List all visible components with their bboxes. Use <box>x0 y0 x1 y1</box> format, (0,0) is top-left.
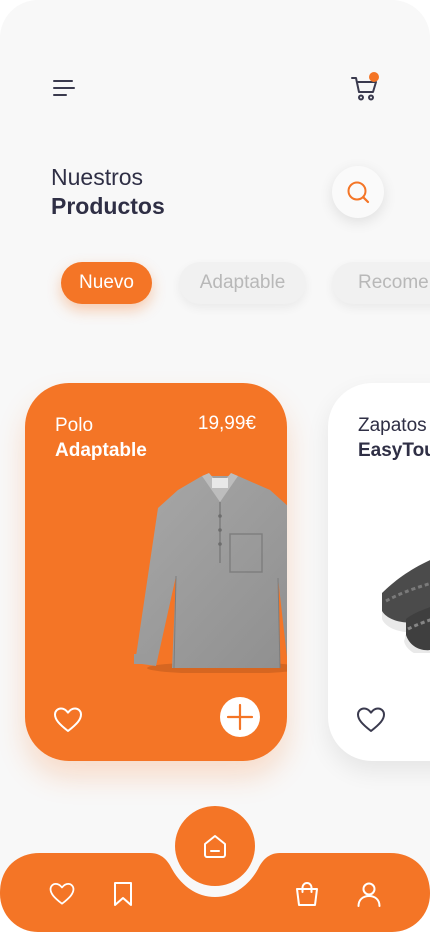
product-name-line2: EasyTou <box>358 440 430 461</box>
favorite-button[interactable] <box>51 703 85 737</box>
search-icon <box>347 181 370 204</box>
product-name: Zapatos EasyTou <box>358 413 430 463</box>
app-screen: Nuestros Productos Nuevo Adaptable Recom… <box>0 0 430 932</box>
nav-home-button[interactable] <box>175 806 255 886</box>
page-title: Nuestros Productos <box>51 163 165 221</box>
category-tabs: Nuevo Adaptable Recome <box>0 262 430 306</box>
favorite-button[interactable] <box>354 703 388 737</box>
heart-icon <box>54 707 82 732</box>
search-button[interactable] <box>332 166 384 218</box>
page-title-line2: Productos <box>51 193 165 219</box>
heart-icon <box>357 707 385 732</box>
nav-saved[interactable] <box>106 877 140 911</box>
tab-recomendados[interactable]: Recome <box>332 262 430 304</box>
product-card[interactable]: Polo Adaptable 19,99€ <box>25 383 287 761</box>
shopping-bag-icon <box>296 881 318 906</box>
product-card[interactable]: Zapatos EasyTou <box>328 383 430 761</box>
nav-profile[interactable] <box>352 877 386 911</box>
heart-icon <box>49 882 75 905</box>
product-name: Polo Adaptable <box>55 413 147 463</box>
user-icon <box>357 882 381 907</box>
bookmark-icon <box>114 882 132 906</box>
hamburger-menu-icon <box>53 80 75 96</box>
home-icon <box>204 835 226 858</box>
page-title-line1: Nuestros <box>51 164 144 190</box>
add-to-cart-button[interactable] <box>220 697 260 737</box>
plus-icon <box>226 703 254 731</box>
product-name-line1: Zapatos <box>358 415 427 436</box>
sneaker-image <box>382 560 430 653</box>
menu-button[interactable] <box>44 72 84 104</box>
tab-adaptable[interactable]: Adaptable <box>179 262 306 304</box>
product-name-line1: Polo <box>55 415 94 436</box>
polo-shirt-image <box>134 473 287 673</box>
nav-favorites[interactable] <box>45 877 79 911</box>
tab-nuevo[interactable]: Nuevo <box>61 262 152 304</box>
cart-notification-dot <box>369 72 379 82</box>
product-name-line2: Adaptable <box>55 440 147 461</box>
nav-bag[interactable] <box>290 877 324 911</box>
cart-button[interactable] <box>343 68 385 108</box>
product-price: 19,99€ <box>197 413 256 434</box>
